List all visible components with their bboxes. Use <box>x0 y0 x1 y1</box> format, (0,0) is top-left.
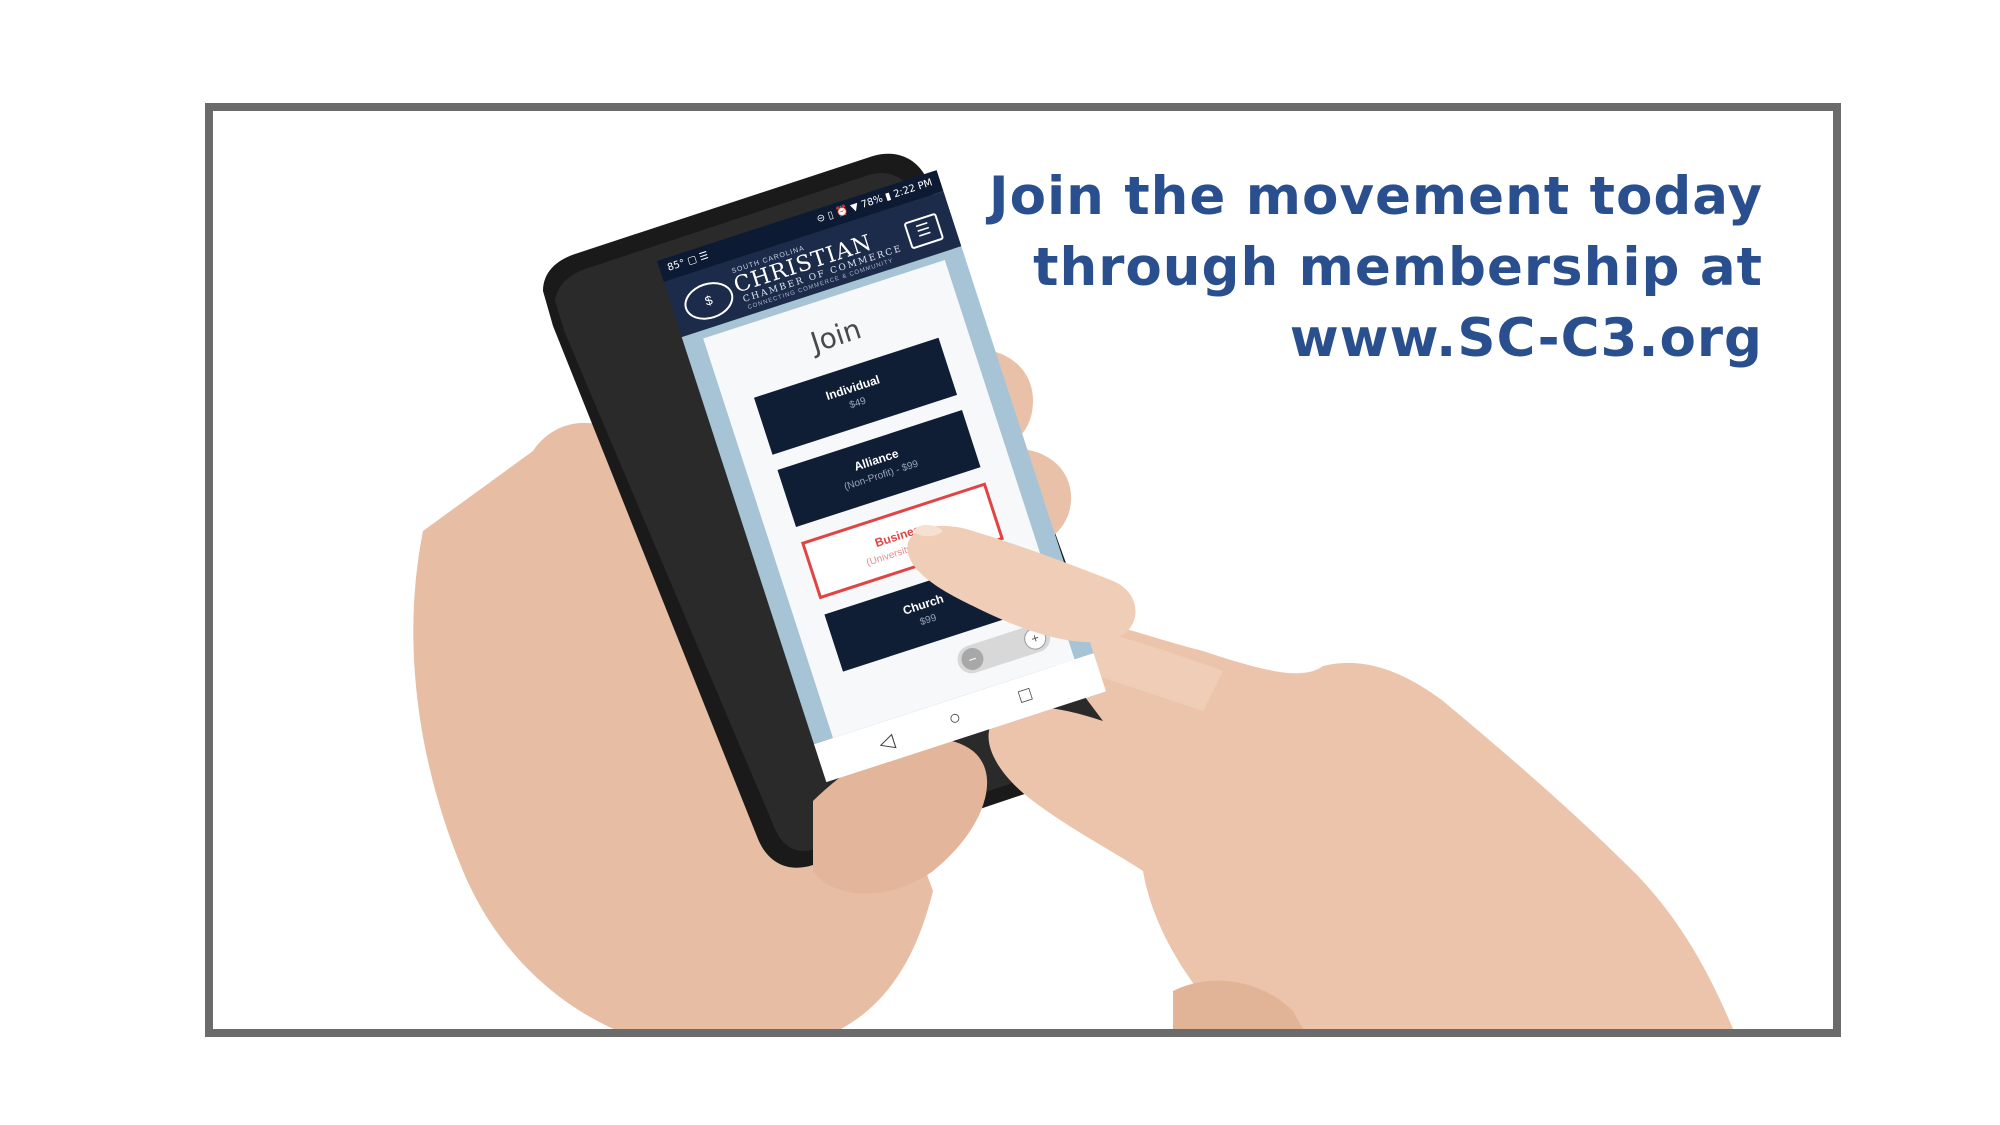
headline-line-2: through membership at <box>1033 237 1763 298</box>
headline-url[interactable]: www.SC-C3.org <box>863 303 1763 374</box>
headline: Join the movement today through membersh… <box>863 161 1763 374</box>
image-frame: 85° ▢ ☰ ⊝ ▯ ⏰ ▼ 78% ▮ 2:22 PM $ SOUTH CA… <box>205 103 1841 1037</box>
headline-line-1: Join the movement today <box>988 166 1763 227</box>
